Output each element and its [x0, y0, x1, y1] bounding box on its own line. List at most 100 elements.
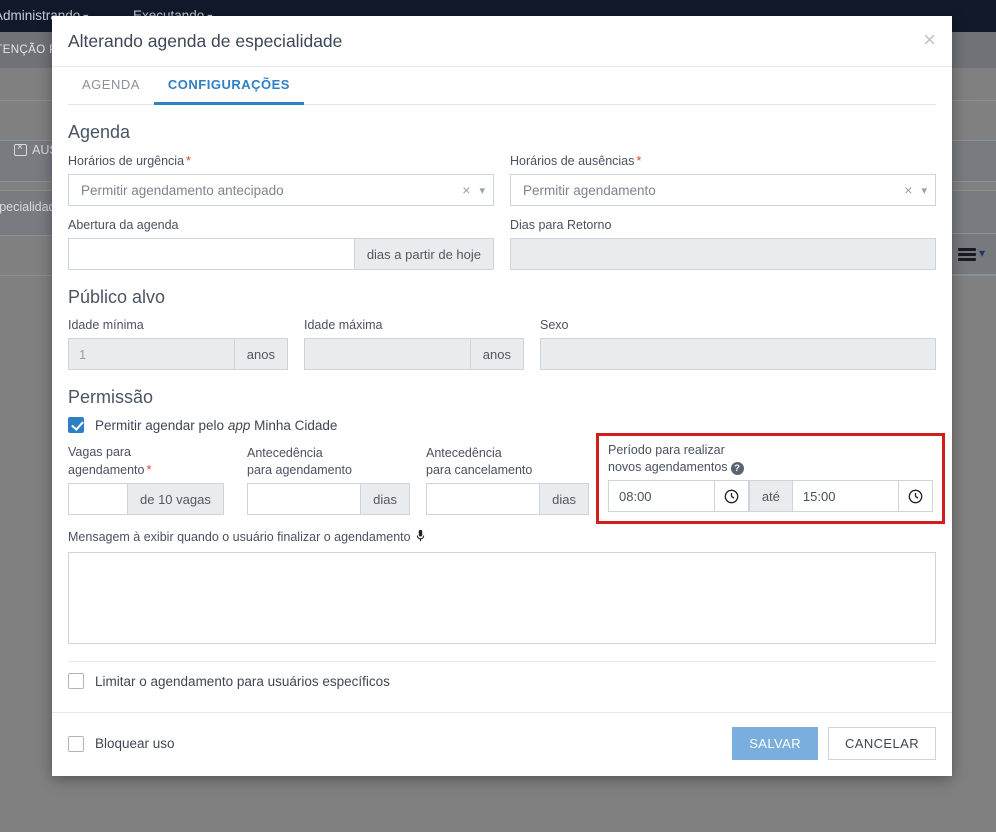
- input-group-periodo: até: [608, 480, 933, 512]
- edit-specialty-schedule-modal: Alterando agenda de especialidade × AGEN…: [52, 16, 952, 776]
- field-idade-minima: Idade mínima anos: [68, 317, 288, 370]
- idade-maxima-addon: anos: [470, 338, 524, 370]
- field-horarios-urgencia: Horários de urgência * Permitir agendamen…: [68, 152, 494, 206]
- label-mensagem: Mensagem à exibir quando o usuário final…: [68, 529, 936, 548]
- label-part-2: Minha Cidade: [250, 417, 338, 433]
- input-group-sexo: [540, 338, 936, 370]
- section-title-publico-alvo: Público alvo: [68, 287, 166, 307]
- label-part-1: Permitir agendar pelo: [95, 417, 228, 433]
- clear-icon[interactable]: ×: [455, 182, 477, 198]
- microphone-icon[interactable]: [415, 529, 426, 548]
- label-idade-minima: Idade mínima: [68, 318, 144, 332]
- calendar-icon: [14, 142, 27, 156]
- field-mensagem: Mensagem à exibir quando o usuário final…: [68, 529, 936, 649]
- checkbox-bloquear-uso[interactable]: [68, 735, 84, 752]
- antecedencia-cancelamento-input[interactable]: [426, 483, 541, 515]
- checkbox-permitir-app[interactable]: [68, 417, 84, 433]
- antecedencia-agendamento-input[interactable]: [247, 483, 362, 515]
- required-marker: *: [636, 153, 642, 168]
- chevron-down-icon[interactable]: ▾: [477, 184, 485, 197]
- label-line-1: Período para realizar: [608, 443, 725, 457]
- modal-header: Alterando agenda de especialidade ×: [52, 16, 952, 66]
- select-horarios-urgencia[interactable]: Permitir agendamento antecipado × ▾: [68, 174, 494, 206]
- vagas-input[interactable]: [68, 483, 128, 515]
- hamburger-menu-icon: [958, 248, 976, 261]
- idade-minima-input[interactable]: [68, 338, 235, 370]
- select-horarios-ausencias[interactable]: Permitir agendamento × ▾: [510, 174, 936, 206]
- checkbox-row-limitar[interactable]: Limitar o agendamento para usuários espe…: [68, 673, 936, 689]
- field-periodo-novos-agendamentos-wrapper: Período para realizar novos agendamentos…: [596, 433, 945, 524]
- label-line-1: Antecedência: [426, 446, 502, 460]
- input-group-idade-maxima: anos: [304, 338, 524, 370]
- checkbox-row-bloquear-uso[interactable]: Bloquear uso: [68, 735, 175, 752]
- section-title-agenda: Agenda: [68, 122, 131, 142]
- label-text: Horários de ausências: [510, 154, 635, 168]
- cancel-button[interactable]: CANCELAR: [828, 727, 936, 760]
- label-vagas-agendamento: Vagas para agendamento *: [68, 444, 231, 479]
- agenda-row-1: Horários de urgência * Permitir agendamen…: [68, 152, 936, 206]
- save-button[interactable]: SALVAR: [732, 727, 818, 760]
- tab-agenda[interactable]: AGENDA: [68, 67, 154, 105]
- mensagem-textarea[interactable]: [68, 552, 936, 644]
- field-dias-retorno: Dias para Retorno: [510, 217, 936, 270]
- idade-minima-addon: anos: [234, 338, 288, 370]
- input-group-antecedencia-cancelamento: dias: [426, 483, 589, 515]
- checkbox-limitar-usuarios-label: Limitar o agendamento para usuários espe…: [95, 673, 390, 689]
- clock-icon-start[interactable]: [714, 480, 749, 512]
- periodo-end-input[interactable]: [792, 480, 899, 512]
- antecedencia-agendamento-addon: dias: [361, 483, 410, 515]
- background-menu-button[interactable]: ▾: [950, 233, 996, 275]
- sexo-input[interactable]: [540, 338, 936, 370]
- input-group-antecedencia-agendamento: dias: [247, 483, 410, 515]
- input-group-vagas: de 10 vagas: [68, 483, 231, 515]
- checkbox-limitar-usuarios[interactable]: [68, 673, 84, 689]
- antecedencia-cancelamento-addon: dias: [540, 483, 589, 515]
- vagas-addon: de 10 vagas: [128, 483, 224, 515]
- checkbox-permitir-app-label: Permitir agendar pelo app Minha Cidade: [95, 418, 337, 433]
- label-line-2: para cancelamento: [426, 463, 533, 477]
- label-antecedencia-cancelamento: Antecedência para cancelamento: [426, 445, 589, 479]
- periodo-start-input[interactable]: [608, 480, 715, 512]
- help-icon[interactable]: ?: [730, 462, 744, 475]
- close-icon[interactable]: ×: [923, 29, 936, 51]
- label-abertura-agenda: Abertura da agenda: [68, 218, 179, 232]
- clear-icon[interactable]: ×: [897, 182, 919, 198]
- label-horarios-ausencias: Horários de ausências *: [510, 152, 936, 170]
- label-dias-retorno: Dias para Retorno: [510, 218, 612, 232]
- field-antecedencia-agendamento: Antecedência para agendamento dias: [247, 445, 410, 515]
- field-idade-maxima: Idade máxima anos: [304, 317, 524, 370]
- label-italic: app: [227, 417, 251, 433]
- checkbox-bloquear-uso-label: Bloquear uso: [95, 736, 175, 751]
- modal-tabs: AGENDA CONFIGURAÇÕES: [68, 67, 936, 105]
- required-marker: *: [146, 462, 152, 477]
- section-title-permissao: Permissão: [68, 387, 154, 407]
- field-horarios-ausencias: Horários de ausências * Permitir agendame…: [510, 152, 936, 206]
- dias-retorno-input[interactable]: [510, 238, 936, 270]
- clock-icon-end[interactable]: [899, 480, 933, 512]
- modal-title: Alterando agenda de especialidade: [68, 30, 343, 51]
- modal-body: AGENDA CONFIGURAÇÕES Agenda Horários de …: [52, 66, 952, 712]
- idade-maxima-input[interactable]: [304, 338, 471, 370]
- chevron-down-icon[interactable]: ▾: [919, 184, 927, 197]
- select-value: Permitir agendamento: [523, 182, 656, 198]
- publico-row: Idade mínima anos Idade máxima anos Sexo: [68, 317, 936, 370]
- abertura-agenda-input[interactable]: [68, 238, 355, 270]
- required-marker: *: [186, 153, 192, 168]
- label-line-1: Antecedência: [247, 446, 323, 460]
- label-text: Mensagem à exibir quando o usuário final…: [68, 530, 411, 544]
- tab-configuracoes[interactable]: CONFIGURAÇÕES: [153, 67, 304, 105]
- label-text: Horários de urgência: [68, 154, 185, 168]
- select-value: Permitir agendamento antecipado: [81, 182, 284, 198]
- label-line-2: agendamento: [68, 463, 145, 477]
- field-vagas-agendamento: Vagas para agendamento * de 10 vagas: [68, 444, 231, 515]
- chevron-down-icon: ▾: [979, 246, 986, 260]
- permissao-row: Vagas para agendamento * de 10 vagas Ante…: [68, 433, 945, 524]
- field-antecedencia-cancelamento: Antecedência para cancelamento dias: [426, 445, 589, 515]
- checkbox-row-permitir-app[interactable]: Permitir agendar pelo app Minha Cidade: [68, 417, 936, 433]
- label-line-2: para agendamento: [247, 463, 352, 477]
- agenda-row-2: Abertura da agenda dias a partir de hoje…: [68, 217, 936, 270]
- label-line-2: novos agendamentos: [608, 460, 728, 474]
- abertura-agenda-addon: dias a partir de hoje: [354, 238, 494, 270]
- divider-above-limitar: [68, 661, 936, 662]
- highlight-box-periodo: Período para realizar novos agendamentos…: [596, 433, 945, 524]
